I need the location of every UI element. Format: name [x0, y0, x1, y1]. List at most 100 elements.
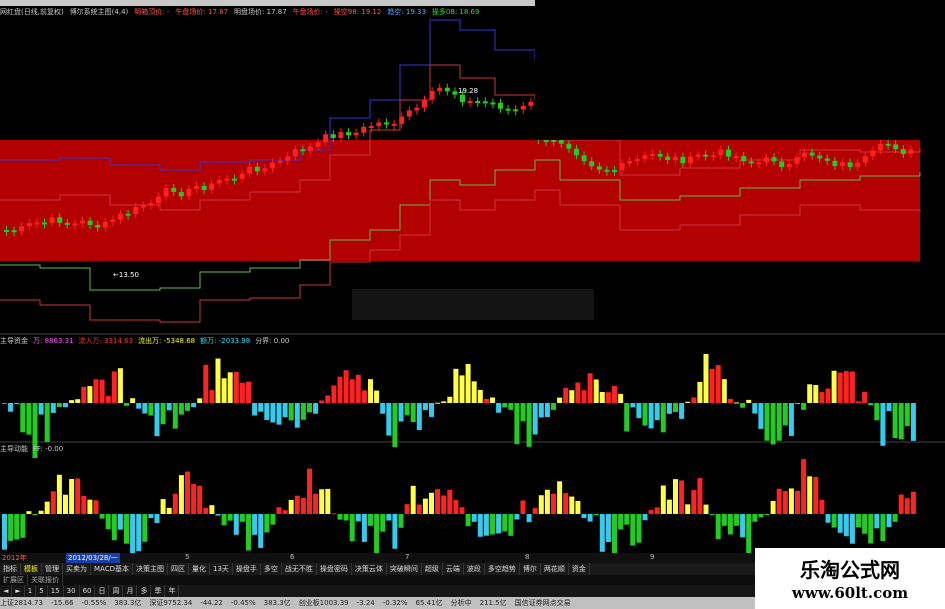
histogram-bar [215, 358, 221, 403]
candle-body [87, 220, 93, 225]
histogram-bar [514, 514, 520, 520]
candle-body [893, 144, 899, 150]
indicator-tab-12[interactable]: 操盘密码 [317, 563, 352, 575]
indicator-tab-4[interactable]: MACD基本 [91, 563, 133, 575]
indicator-tab-14[interactable]: 突破瞬间 [387, 563, 422, 575]
period-button-9[interactable]: 月 [123, 585, 138, 597]
histogram-bar [258, 514, 264, 548]
histogram-bar [105, 514, 111, 530]
histogram-bar [197, 485, 203, 514]
indicator-tab-10[interactable]: 多空 [261, 563, 282, 575]
candle-body [102, 221, 108, 228]
period-button-1[interactable]: ► [12, 585, 25, 597]
indicator-tab-16[interactable]: 云端 [443, 563, 464, 575]
histogram-bar [361, 514, 367, 542]
indicator-tab-15[interactable]: 超级 [422, 563, 443, 575]
indicator-tab-7[interactable]: 量化 [189, 563, 210, 575]
candle-body [779, 161, 785, 168]
candle-body [201, 185, 207, 190]
candle-body [315, 142, 321, 147]
sub-tab-1[interactable]: 关联报价 [28, 575, 63, 585]
period-button-2[interactable]: 1 [25, 585, 37, 597]
status-item-10: -0.32% [382, 599, 408, 607]
histogram-bar [422, 403, 428, 411]
month-label-0: 5 [185, 553, 190, 561]
candle-body [764, 157, 769, 163]
histogram-bar [233, 371, 239, 403]
histogram-bar [227, 514, 233, 521]
period-button-11[interactable]: 季 [151, 585, 166, 597]
sub-tab-0[interactable]: 扩展区 [0, 575, 28, 585]
histogram-bar [648, 403, 654, 429]
indicator-tab-3[interactable]: 买卖为 [63, 563, 91, 575]
candle-body [589, 161, 595, 167]
histogram-bar [325, 488, 331, 514]
histogram-bar [685, 401, 691, 403]
histogram-bar [99, 379, 105, 403]
indicator-tab-13[interactable]: 决策云体 [352, 563, 387, 575]
histogram-bar [20, 514, 26, 538]
period-button-6[interactable]: 60 [80, 585, 96, 597]
histogram-bar [355, 514, 361, 522]
histogram-bar [166, 403, 172, 411]
period-button-0[interactable]: ◄ [0, 585, 13, 597]
histogram-bar [386, 403, 392, 436]
candle-body [878, 143, 883, 151]
histogram-bar [56, 403, 62, 407]
indicator-tab-21[interactable]: 资金 [569, 563, 590, 575]
histogram-bar [569, 496, 575, 514]
candle-body [338, 132, 344, 138]
indicator-tab-5[interactable]: 决策主图 [133, 563, 168, 575]
histogram-bar [660, 485, 666, 514]
histogram-bar [142, 403, 148, 414]
indicator-tab-19[interactable]: 博尔 [520, 563, 541, 575]
indicator-tab-6[interactable]: 四区 [168, 563, 189, 575]
indicator-tab-2[interactable]: 管理 [42, 563, 63, 575]
indicator-tab-17[interactable]: 波段 [464, 563, 485, 575]
candle-body [110, 219, 116, 222]
histogram-bar [429, 492, 434, 514]
histogram-bar [160, 403, 166, 425]
histogram-bar [325, 395, 331, 403]
indicator-tab-18[interactable]: 多空趋势 [485, 563, 520, 575]
histogram-bar [599, 514, 605, 552]
histogram-bar [788, 488, 794, 514]
histogram-bar [111, 371, 117, 403]
period-button-7[interactable]: 日 [95, 585, 110, 597]
status-item-4: 深证9752.34 [149, 599, 193, 607]
candle-body [748, 161, 754, 164]
indicator-tab-0[interactable]: 指标 [0, 563, 21, 575]
candle-body [558, 140, 564, 144]
price-low-label: ←13.50 [113, 271, 139, 279]
period-button-4[interactable]: 15 [48, 585, 64, 597]
indicator-tab-9[interactable]: 操盘手 [233, 563, 261, 575]
indicator-tab-11[interactable]: 战无不胜 [282, 563, 317, 575]
histogram-bar [398, 514, 404, 528]
histogram-bar [26, 511, 32, 514]
period-button-3[interactable]: 5 [36, 585, 48, 597]
histogram-bar [520, 500, 526, 514]
period-button-12[interactable]: 年 [165, 585, 180, 597]
histogram-bar [801, 403, 807, 410]
histogram-bar [282, 510, 288, 514]
histogram-bar [239, 514, 245, 522]
histogram-bar [563, 493, 569, 514]
indicator-tab-8[interactable]: 13天 [210, 563, 233, 575]
histogram-bar [508, 403, 514, 410]
period-button-5[interactable]: 30 [64, 585, 80, 597]
period-button-8[interactable]: 周 [109, 585, 124, 597]
histogram-bar [795, 403, 800, 404]
candle-body [786, 163, 792, 168]
histogram-bar [819, 499, 825, 514]
histogram-bar [795, 490, 800, 514]
histogram-bar [782, 491, 788, 514]
indicator-tab-20[interactable]: 两花顺 [541, 563, 569, 575]
histogram-bar [185, 471, 190, 514]
candle-body [239, 173, 245, 179]
candle-body [171, 187, 177, 192]
indicator-tab-1[interactable]: 模板 [21, 563, 42, 575]
candle-body [634, 159, 640, 162]
period-button-10[interactable]: 多 [137, 585, 152, 597]
histogram-bar [624, 514, 630, 525]
candle-body [118, 213, 123, 220]
